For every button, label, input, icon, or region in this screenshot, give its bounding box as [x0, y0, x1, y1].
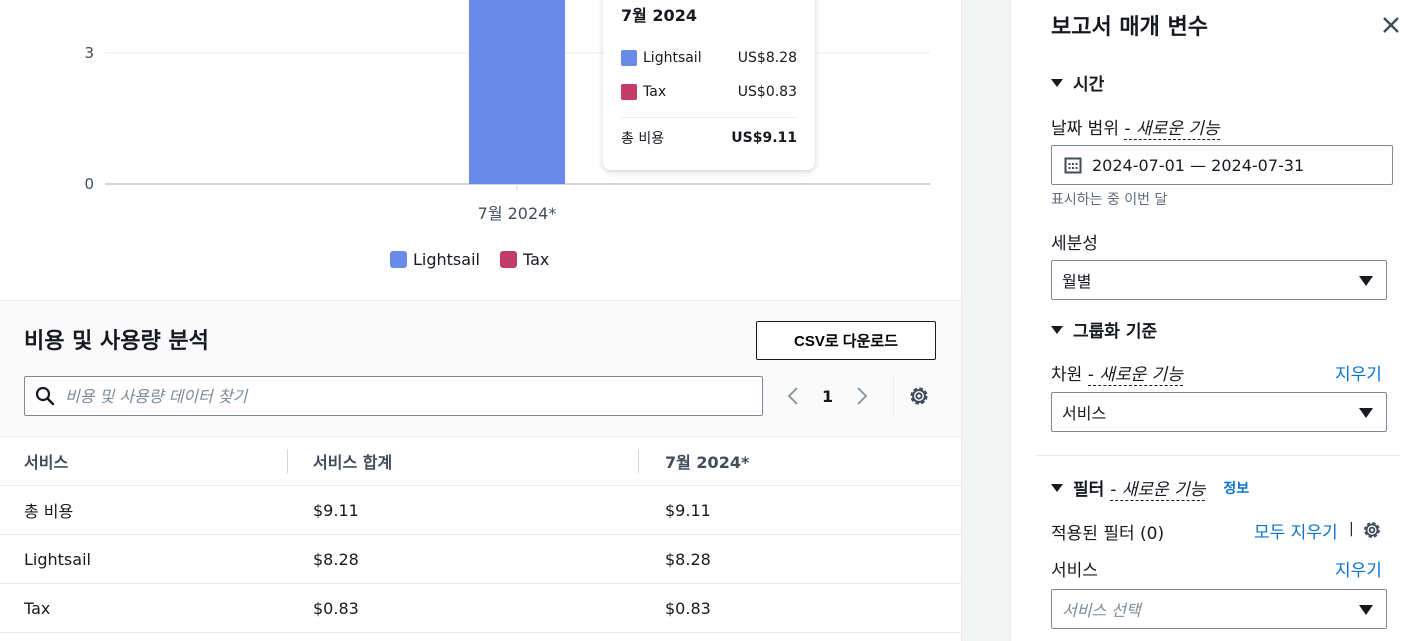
pager-divider	[893, 376, 894, 416]
legend-item-lightsail[interactable]: Lightsail	[390, 250, 480, 269]
table-row: Lightsail $8.28 $8.28	[0, 534, 961, 584]
chart-canvas: 0 3 7월 2024*	[84, 0, 930, 223]
dropdown-arrow-icon	[1359, 276, 1373, 286]
legend-label: Lightsail	[413, 250, 480, 269]
panel-splitter[interactable]	[961, 0, 1026, 641]
info-link[interactable]: 정보	[1223, 478, 1249, 498]
dimension-value: 서비스	[1062, 404, 1107, 423]
caret-down-icon	[1051, 325, 1063, 334]
table-header-row: 서비스 서비스 합계 7월 2024*	[0, 436, 961, 486]
section-label: 시간	[1073, 75, 1105, 95]
panel-title: 보고서 매개 변수	[1051, 15, 1208, 40]
y-tick-label: 3	[84, 44, 94, 62]
analysis-title: 비용 및 사용량 분석	[24, 329, 209, 354]
pagination: 1	[786, 380, 869, 412]
tooltip-label: Tax	[643, 84, 667, 100]
tax-swatch	[621, 84, 637, 100]
service-filter-select[interactable]: 서비스 선택	[1051, 589, 1387, 629]
clear-all-filters-link[interactable]: 모두 지우기	[1254, 518, 1338, 543]
dimension-label: 차원 - 새로운 기능	[1051, 365, 1183, 386]
granularity-label: 세분성	[1051, 234, 1098, 254]
legend-swatch	[390, 251, 407, 268]
service-select-placeholder: 서비스 선택	[1062, 601, 1141, 620]
dropdown-arrow-icon	[1359, 408, 1373, 418]
cell-month: $9.11	[638, 485, 961, 535]
link-separator: |	[1349, 521, 1354, 537]
dimension-select[interactable]: 서비스	[1051, 392, 1387, 432]
search-input[interactable]	[65, 386, 762, 406]
table-row: Tax $0.83 $0.83	[0, 583, 961, 633]
analysis-header: 비용 및 사용량 분석 CSV로 다운로드 1	[0, 301, 961, 436]
chevron-right-icon[interactable]	[855, 385, 869, 407]
tooltip-value: US$8.28	[737, 50, 797, 66]
table-row: 총 비용 $9.11 $9.11	[0, 485, 961, 535]
chart-legend: Lightsail Tax	[390, 250, 549, 269]
column-separator	[287, 449, 288, 473]
cell-service: Lightsail	[0, 534, 287, 584]
date-range-input[interactable]: 2024-07-01 — 2024-07-31	[1051, 145, 1393, 185]
tooltip-divider	[621, 117, 797, 118]
column-header-month[interactable]: 7월 2024*	[638, 436, 961, 486]
tooltip-total-row: 총 비용 US$9.11	[621, 128, 797, 148]
section-label: 그룹화 기준	[1073, 322, 1158, 342]
filter-section-toggle[interactable]: 필터 - 새로운 기능 정보	[1051, 475, 1249, 501]
lightsail-swatch	[621, 50, 637, 66]
close-icon[interactable]	[1382, 16, 1400, 34]
legend-swatch	[499, 251, 517, 268]
date-range-label: 날짜 범위 - 새로운 기능	[1051, 119, 1220, 140]
y-tick-label: 0	[84, 175, 94, 193]
chevron-left-icon[interactable]	[786, 385, 800, 407]
column-header-service-total[interactable]: 서비스 합계	[287, 436, 638, 486]
tooltip-value: US$0.83	[737, 84, 797, 100]
cost-chart: 0 3 7월 2024* 7월 2024 Lightsail US$8.28 Tax…	[0, 0, 961, 300]
cell-total: $0.83	[287, 583, 638, 633]
caret-down-icon	[1051, 78, 1063, 87]
chart-tooltip: 7월 2024 Lightsail US$8.28 Tax US$0.83 총 …	[603, 0, 815, 170]
tooltip-title: 7월 2024	[621, 6, 697, 25]
cell-total: $9.11	[287, 485, 638, 535]
report-parameters-panel: 보고서 매개 변수 시간 날짜 범위 - 새로운 기능 2024-07-01 —…	[1011, 0, 1424, 641]
applied-filters-label: 적용된 필터 (0)	[1051, 524, 1165, 544]
tooltip-row-lightsail: Lightsail US$8.28	[621, 48, 797, 68]
section-label: 필터 - 새로운 기능	[1073, 480, 1206, 501]
dropdown-arrow-icon	[1359, 605, 1373, 615]
cell-service: Tax	[0, 583, 287, 633]
column-header-service[interactable]: 서비스	[0, 436, 287, 486]
cell-month: $0.83	[638, 583, 961, 633]
date-range-hint: 표시하는 중 이번 달	[1051, 192, 1168, 208]
search-field[interactable]	[24, 376, 763, 416]
service-filter-label: 서비스	[1051, 561, 1098, 581]
x-tick-label: 7월 2024*	[478, 204, 557, 223]
search-icon	[35, 386, 55, 406]
tooltip-row-tax: Tax US$0.83	[621, 82, 797, 102]
group-by-section-toggle[interactable]: 그룹화 기준	[1051, 317, 1157, 342]
granularity-select[interactable]: 월별	[1051, 260, 1387, 300]
clear-service-link[interactable]: 지우기	[1335, 556, 1382, 581]
section-divider	[1035, 455, 1400, 456]
gear-icon[interactable]	[907, 384, 931, 408]
csv-download-button[interactable]: CSV로 다운로드	[756, 321, 936, 360]
time-section-toggle[interactable]: 시간	[1051, 70, 1104, 95]
cell-service: 총 비용	[0, 485, 287, 535]
tooltip-label: Lightsail	[643, 50, 702, 66]
caret-down-icon	[1051, 483, 1063, 492]
tooltip-total-value: US$9.11	[731, 130, 797, 146]
legend-label: Tax	[522, 250, 550, 269]
column-separator	[638, 449, 639, 473]
clear-dimension-link[interactable]: 지우기	[1335, 360, 1382, 385]
granularity-value: 월별	[1062, 272, 1092, 291]
cell-total: $8.28	[287, 534, 638, 584]
cost-table: 서비스 서비스 합계 7월 2024* 총 비용 $9.11 $9.11 Lig…	[0, 436, 961, 633]
cost-analysis-section: 비용 및 사용량 분석 CSV로 다운로드 1	[0, 300, 961, 641]
date-range-value: 2024-07-01 — 2024-07-31	[1092, 155, 1305, 175]
cell-month: $8.28	[638, 534, 961, 584]
tooltip-total-label: 총 비용	[621, 131, 665, 147]
main-content: 0 3 7월 2024* 7월 2024 Lightsail US$8.28 Tax…	[0, 0, 961, 641]
bar-lightsail	[469, 0, 565, 184]
page-number[interactable]: 1	[822, 387, 833, 406]
legend-item-tax[interactable]: Tax	[499, 250, 550, 269]
calendar-icon	[1064, 157, 1082, 174]
gear-icon[interactable]	[1361, 519, 1383, 541]
